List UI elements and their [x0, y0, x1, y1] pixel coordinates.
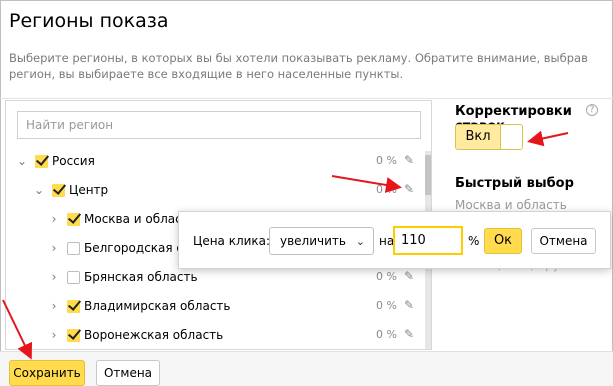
chevron-right-icon[interactable]: › — [48, 329, 60, 341]
tree-row-russia[interactable]: ⌄ Россия 0 % ✎ — [6, 151, 426, 175]
ok-button[interactable]: Ок — [484, 228, 522, 254]
tree-label: Воронежская область — [84, 328, 224, 342]
tree-label: Центр — [69, 183, 109, 197]
percent-sign: % — [468, 234, 480, 248]
checkbox-belgorod[interactable] — [67, 242, 80, 255]
pencil-icon[interactable]: ✎ — [404, 298, 416, 312]
on-label: на — [379, 234, 395, 248]
adjustment-direction-select[interactable]: увеличить ⌄ — [269, 227, 374, 255]
chevron-down-icon: ⌄ — [355, 235, 365, 248]
region-search-input[interactable] — [17, 111, 421, 139]
dialog-description: Выберите регионы, в которых вы бы хотели… — [9, 51, 588, 81]
click-price-label: Цена клика: — [193, 234, 271, 248]
dialog-footer: Сохранить Отмена — [0, 351, 613, 386]
percent-value: 0 % — [376, 154, 397, 167]
popup-cancel-button[interactable]: Отмена — [531, 228, 596, 254]
checkbox-russia[interactable] — [35, 155, 48, 168]
chevron-down-icon[interactable]: ⌄ — [33, 184, 45, 196]
tree-row-bryansk[interactable]: › Брянская область 0 % ✎ — [6, 267, 426, 291]
checkbox-voronezh[interactable] — [67, 329, 80, 342]
scrollbar-thumb[interactable] — [425, 155, 431, 195]
chevron-down-icon[interactable]: ⌄ — [16, 155, 28, 167]
pencil-icon[interactable]: ✎ — [404, 153, 416, 167]
chevron-right-icon[interactable]: › — [48, 271, 60, 283]
percent-value: 0 % — [376, 328, 397, 341]
percent-value: 0 % — [376, 183, 397, 196]
percent-value: 0 % — [376, 299, 397, 312]
checkbox-center[interactable] — [52, 184, 65, 197]
bid-adjustment-popup: Цена клика: увеличить ⌄ на % Ок Отмена — [178, 211, 611, 269]
toggle-knob[interactable] — [500, 125, 522, 149]
checkbox-vladimir[interactable] — [67, 300, 80, 313]
tree-label: Владимирская область — [84, 299, 231, 313]
select-value: увеличить — [280, 234, 346, 248]
checkbox-bryansk[interactable] — [67, 271, 80, 284]
quick-select-title: Быстрый выбор — [455, 176, 574, 191]
cancel-button[interactable]: Отмена — [96, 360, 160, 386]
tree-label: Россия — [52, 154, 95, 168]
tree-row-vladimir[interactable]: › Владимирская область 0 % ✎ — [6, 296, 426, 320]
pencil-icon[interactable]: ✎ — [404, 327, 416, 341]
chevron-right-icon[interactable]: › — [48, 242, 60, 254]
quick-select-item[interactable]: Москва и область — [455, 198, 567, 212]
tree-row-center[interactable]: ⌄ Центр 0 % ✎ — [6, 180, 426, 204]
save-button[interactable]: Сохранить — [9, 360, 85, 386]
tree-row-voronezh[interactable]: › Воронежская область 0 % ✎ — [6, 325, 426, 349]
tree-label: Брянская область — [84, 270, 198, 284]
percent-value: 0 % — [376, 270, 397, 283]
dialog-title: Регионы показа — [9, 10, 169, 32]
toggle-label: Вкл — [456, 125, 500, 149]
divider — [0, 98, 613, 99]
pencil-icon[interactable]: ✎ — [404, 182, 416, 196]
percent-input[interactable] — [393, 226, 463, 255]
checkbox-moscow[interactable] — [67, 213, 80, 226]
chevron-right-icon[interactable]: › — [48, 213, 60, 225]
pencil-icon[interactable]: ✎ — [404, 269, 416, 283]
bid-adjustments-toggle[interactable]: Вкл — [455, 124, 523, 150]
chevron-right-icon[interactable]: › — [48, 300, 60, 312]
help-icon[interactable]: ? — [586, 104, 598, 116]
